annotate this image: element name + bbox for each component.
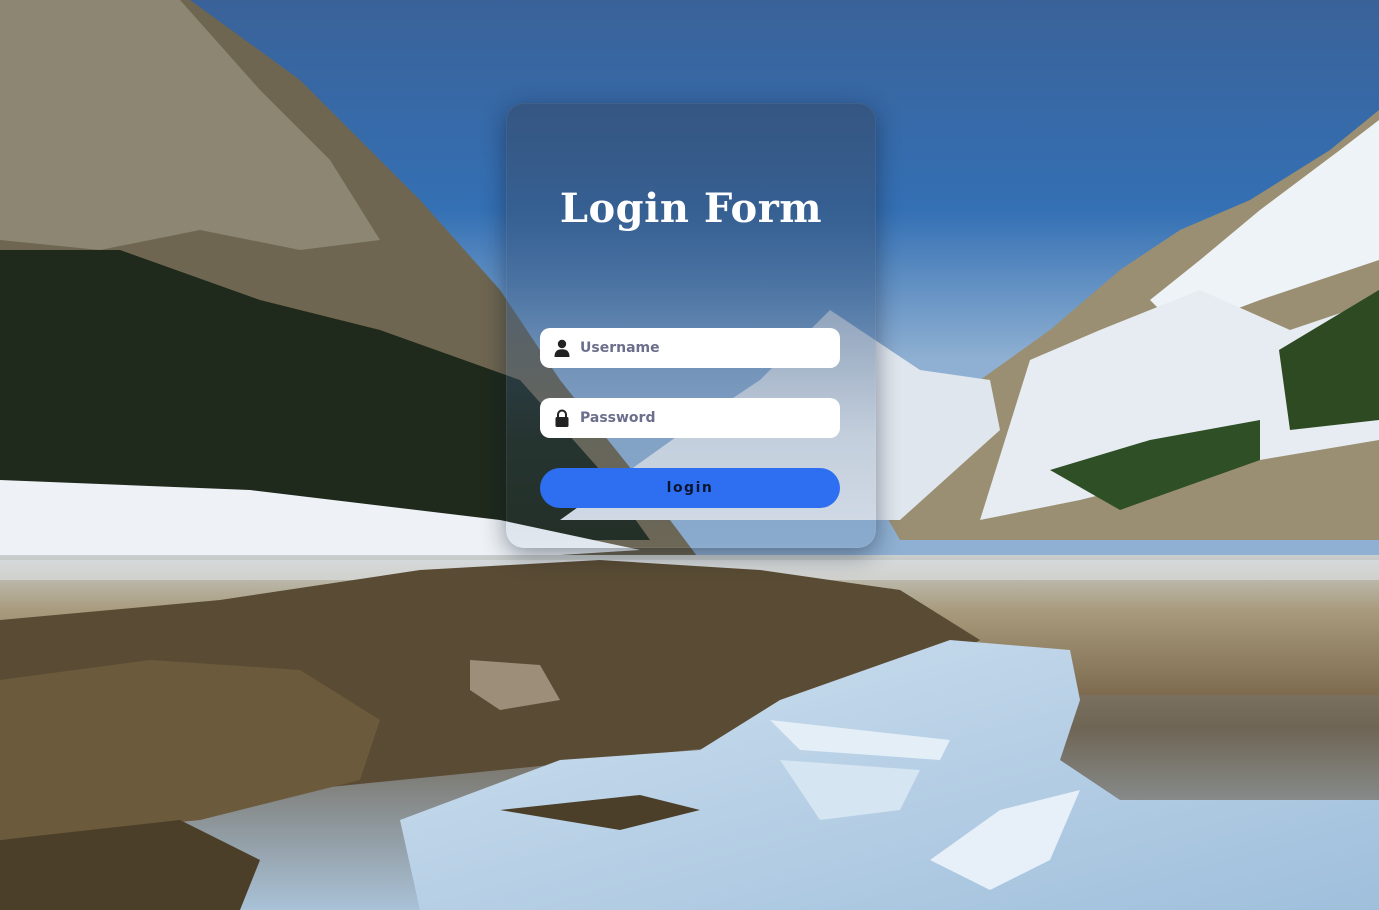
login-page: Login Form login: [0, 0, 1379, 910]
password-input[interactable]: [580, 410, 820, 426]
lock-icon: [555, 409, 569, 427]
login-form-title: Login Form: [559, 185, 823, 232]
login-button[interactable]: login: [540, 468, 840, 508]
username-field[interactable]: [540, 328, 840, 368]
login-form-card: Login Form login: [506, 103, 876, 548]
username-input[interactable]: [580, 340, 820, 356]
user-icon: [554, 339, 570, 357]
password-field[interactable]: [540, 398, 840, 438]
